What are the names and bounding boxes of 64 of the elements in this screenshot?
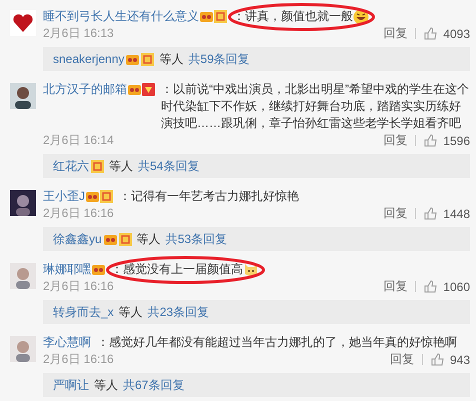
medal-icon	[100, 190, 113, 203]
timestamp: 2月6日 16:16	[43, 351, 114, 368]
reply-link[interactable]: 回复	[383, 132, 408, 149]
timestamp: 2月6日 16:16	[43, 205, 114, 222]
crown-icon	[128, 83, 141, 96]
like-count: 1596	[443, 134, 470, 148]
reply-thread-bar[interactable]: 红花六 等人 共54条回复	[43, 154, 470, 178]
crown-icon	[104, 232, 117, 246]
like-count: 943	[450, 352, 470, 366]
thumbs-up-icon	[424, 207, 438, 220]
username-link[interactable]: 严啊让	[53, 376, 89, 394]
thumbs-up-icon	[424, 27, 438, 40]
others-label: 等人	[109, 158, 133, 174]
reply-count-link[interactable]: 共53条回复	[166, 230, 228, 248]
username-link[interactable]: 王小歪J	[43, 188, 85, 205]
crown-icon	[86, 190, 99, 203]
crown-icon	[126, 52, 140, 66]
others-label: 等人	[136, 230, 161, 248]
laughing-emoji-icon	[353, 9, 369, 25]
like-count: 1448	[443, 206, 470, 220]
reply-count-link[interactable]: 共67条回复	[123, 376, 184, 394]
reply-count-link[interactable]: 共23条回复	[148, 304, 210, 320]
thumbs-up-icon	[424, 134, 438, 147]
thumbs-up-icon	[430, 353, 444, 366]
medal-icon	[118, 232, 132, 246]
shield-icon	[142, 83, 155, 96]
reply-link[interactable]: 回复	[383, 278, 408, 295]
crown-icon	[200, 10, 213, 23]
username-link[interactable]: sneakerjenny	[53, 52, 124, 66]
timestamp: 2月6日 16:16	[43, 278, 114, 295]
reply-link[interactable]: 回复	[390, 351, 414, 368]
reply-count-link[interactable]: 共54条回复	[138, 158, 200, 174]
username-link[interactable]: 琳娜耶嘿	[43, 261, 91, 278]
thumbs-up-icon	[424, 280, 438, 293]
reply-thread-bar[interactable]: 严啊让 等人 共67条回复	[43, 373, 470, 397]
others-label: 等人	[159, 50, 184, 68]
reply-thread-bar[interactable]: sneakerjenny 等人 共59条回复	[43, 47, 470, 71]
timestamp: 2月6日 16:14	[43, 132, 114, 149]
username-link[interactable]: 北方汉子的邮箱	[43, 81, 127, 98]
like-count: 4093	[443, 26, 470, 40]
like-count: 1060	[443, 280, 470, 294]
reply-link[interactable]: 回复	[383, 25, 408, 42]
reply-thread-bar[interactable]: 徐鑫鑫yu 等人 共53条回复	[43, 227, 470, 251]
username-link[interactable]: 转身而去_x	[53, 304, 114, 320]
comment-text: ：以前说“中戏出演员，北影出明星”希望中戏的学生在这个时代染缸下不作妖，继续打好舞台功底，踏踏实实历练好演技吧……跟巩俐，章子怡孙红雷这些老学长学姐看齐吧	[161, 81, 470, 132]
cat-emoji-icon	[243, 262, 259, 278]
medal-icon	[141, 52, 154, 66]
username-link[interactable]: 徐鑫鑫yu	[53, 230, 102, 248]
reply-link[interactable]: 回复	[383, 205, 408, 222]
medal-icon	[91, 160, 104, 172]
medal-icon	[214, 10, 227, 23]
reply-thread-bar[interactable]: 转身而去_x 等人 共23条回复	[43, 300, 470, 324]
username-link[interactable]: 李心慧啊	[43, 334, 91, 351]
crown-icon	[92, 263, 105, 276]
others-label: 等人	[118, 304, 143, 320]
comment-text: ：感觉没有上一届颜值高	[111, 261, 243, 278]
comment-text: ：感觉好几年都没有能超过当年古力娜扎的了，她当年真的好惊艳啊	[97, 334, 457, 351]
username-link[interactable]: 红花六	[53, 158, 89, 174]
comment-text: ：记得有一年艺考古力娜扎好惊艳	[119, 188, 299, 205]
comment-text: ：讲真，颜值也就一般	[233, 8, 353, 25]
reply-count-link[interactable]: 共59条回复	[188, 50, 250, 68]
timestamp: 2月6日 16:13	[43, 25, 114, 42]
others-label: 等人	[94, 376, 118, 394]
username-link[interactable]: 睡不到弓长人生还有什么意义	[43, 8, 199, 25]
